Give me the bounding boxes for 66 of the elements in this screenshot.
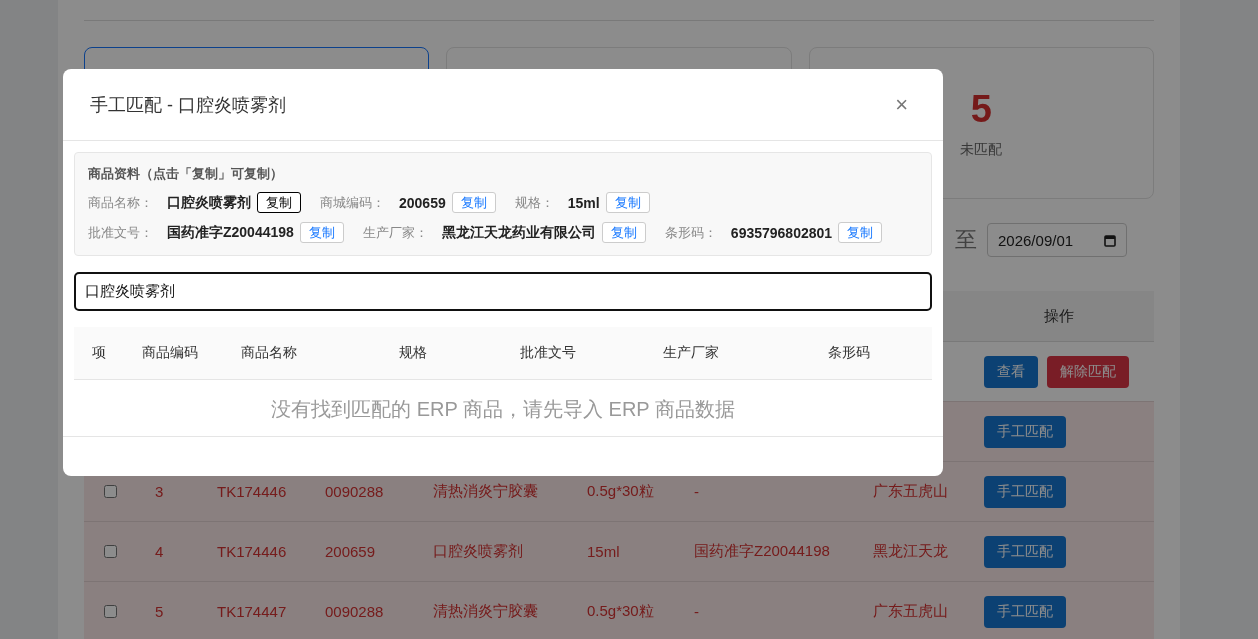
field-value: 200659 [399, 194, 446, 211]
action-button[interactable]: 手工匹配 [984, 475, 1066, 508]
field-label: 条形码： [664, 223, 717, 242]
copy-button[interactable]: 复制 [299, 222, 344, 243]
stat-value: 5 [970, 87, 992, 131]
column-header: 商品名称 [241, 344, 298, 362]
column-header: 条形码 [828, 344, 871, 362]
action-button[interactable]: 解除匹配 [1047, 355, 1129, 388]
field-value: 国药准字Z20044198 [167, 223, 294, 242]
copy-button[interactable]: 复制 [257, 192, 301, 213]
field-label: 商品名称： [88, 193, 153, 212]
row-checkbox[interactable] [104, 545, 117, 558]
table-cell-text: 200659 [324, 543, 377, 560]
copy-button[interactable]: 复制 [601, 222, 646, 243]
table-cell-text: 5 [154, 603, 165, 620]
table-cell-text: 清热消炎宁胶囊 [432, 482, 539, 501]
table-cell-text: TK174446 [216, 483, 288, 500]
table-cell-text: TK174446 [216, 543, 288, 560]
table-cell-text: 0090288 [324, 483, 385, 500]
field-value: 黑龙江天龙药业有限公司 [441, 223, 596, 242]
copy-button[interactable]: 复制 [838, 222, 883, 243]
table-cell-text: 3 [154, 483, 165, 500]
column-header: 商品编码 [142, 344, 199, 362]
table-cell-text: 口腔炎喷雾剂 [432, 542, 524, 561]
empty-message: 没有找到匹配的 ERP 商品，请先导入 ERP 商品数据 [270, 397, 736, 422]
column-header: 批准文号 [520, 344, 577, 362]
column-header: 规格 [399, 344, 428, 362]
date-field[interactable]: 2026/09/01 [987, 223, 1127, 257]
table-cell-text: 15ml [586, 543, 621, 560]
stat-label: 未匹配 [960, 140, 1003, 159]
table-cell-text: 黑龙江天龙 [872, 542, 949, 561]
action-button[interactable]: 查看 [984, 355, 1038, 388]
row-checkbox[interactable] [104, 485, 117, 498]
table-cell-text: 广东五虎山 [872, 482, 949, 501]
field-value: 口腔炎喷雾剂 [167, 193, 251, 212]
column-header: 操作 [1043, 306, 1074, 326]
column-header: 项 [92, 344, 107, 362]
table-cell-text: 国药准字Z20044198 [693, 542, 831, 561]
calendar-icon [1104, 233, 1116, 247]
field-value: 15ml [567, 194, 600, 211]
table-cell-text: 0.5g*30粒 [586, 482, 655, 501]
action-button[interactable]: 手工匹配 [984, 595, 1066, 628]
action-button[interactable]: 手工匹配 [984, 415, 1066, 448]
column-header: 生产厂家 [663, 344, 720, 362]
table-cell-text: - [693, 603, 700, 620]
table-cell-text: 清热消炎宁胶囊 [432, 602, 539, 621]
copy-button[interactable]: 复制 [605, 192, 650, 213]
table-cell-text: 0090288 [324, 603, 385, 620]
info-heading: 商品资料（点击「复制」可复制） [88, 165, 284, 183]
copy-button[interactable]: 复制 [451, 192, 496, 213]
field-label: 商城编码： [320, 193, 385, 212]
table-cell-text: 4 [154, 543, 165, 560]
field-label: 批准文号： [88, 223, 153, 242]
table-cell-text: 0.5g*30粒 [586, 602, 655, 621]
date-separator: 至 [955, 226, 977, 254]
field-label: 规格： [514, 193, 554, 212]
row-checkbox[interactable] [104, 605, 117, 618]
table-cell-text: - [693, 483, 700, 500]
table-cell-text: TK174447 [216, 603, 288, 620]
close-button[interactable]: × [887, 91, 916, 118]
action-button[interactable]: 手工匹配 [984, 535, 1066, 568]
field-label: 生产厂家： [362, 223, 428, 242]
search-field[interactable]: 口腔炎喷雾剂 [74, 272, 932, 311]
table-cell-text: 广东五虎山 [872, 602, 949, 621]
field-value: 6935796802801 [730, 224, 833, 241]
dialog-title: 手工匹配 - 口腔炎喷雾剂 [90, 93, 286, 117]
